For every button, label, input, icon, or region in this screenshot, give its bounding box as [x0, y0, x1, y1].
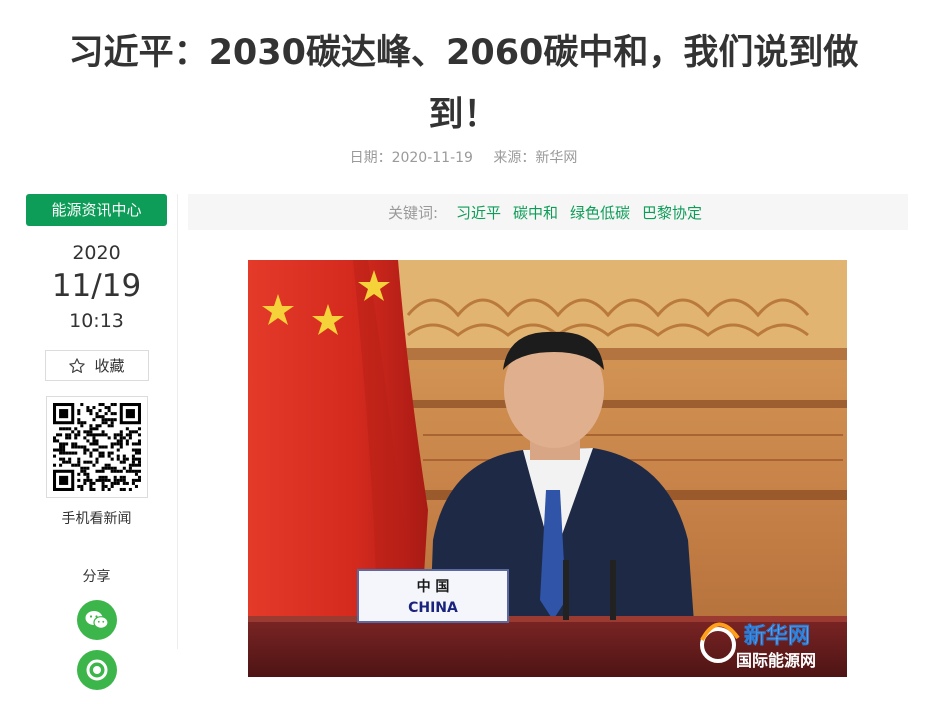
keywords-label: 关键词:: [387, 203, 438, 222]
article-meta: 日期：2020-11-19 来源：新华网: [0, 147, 927, 167]
publish-year: 2020: [72, 242, 121, 264]
watermark-site: 国际能源网: [736, 651, 816, 670]
star-icon: [68, 357, 86, 375]
favorite-button[interactable]: 收藏: [44, 350, 149, 381]
rail-divider: [177, 194, 178, 649]
keyword-link[interactable]: 绿色低碳: [570, 202, 630, 223]
share-label: 分享: [82, 569, 111, 585]
publish-day: 11/19: [51, 268, 142, 304]
keyword-link[interactable]: 碳中和: [513, 202, 558, 223]
nameplate-en: CHINA: [408, 600, 458, 616]
publish-time: 10:13: [69, 310, 124, 332]
watermark-xinhua: 新华网: [744, 623, 810, 649]
article-photo: 中 国 CHINA 新华网 国际能源网: [248, 260, 847, 677]
article-date: 日期：2020-11-19: [349, 150, 473, 166]
nameplate-cn: 中 国: [417, 578, 450, 595]
left-rail: 能源资讯中心 2020 11/19 10:13 收藏 手机看新闻 分享: [26, 194, 167, 690]
keyword-link[interactable]: 习近平: [456, 202, 501, 223]
keywords-bar: 关键词: 习近平 碳中和 绿色低碳 巴黎协定: [188, 194, 908, 230]
wechat-icon[interactable]: [76, 600, 117, 640]
moments-icon[interactable]: [76, 650, 117, 690]
article-source: 来源：新华网: [493, 150, 578, 166]
channel-button[interactable]: 能源资讯中心: [26, 194, 167, 226]
keyword-link[interactable]: 巴黎协定: [642, 202, 702, 223]
article-title: 习近平：2030碳达峰、2060碳中和，我们说到做到！: [68, 33, 859, 135]
qr-caption: 手机看新闻: [61, 511, 132, 527]
favorite-label: 收藏: [94, 357, 125, 375]
qr-code: [45, 396, 148, 498]
